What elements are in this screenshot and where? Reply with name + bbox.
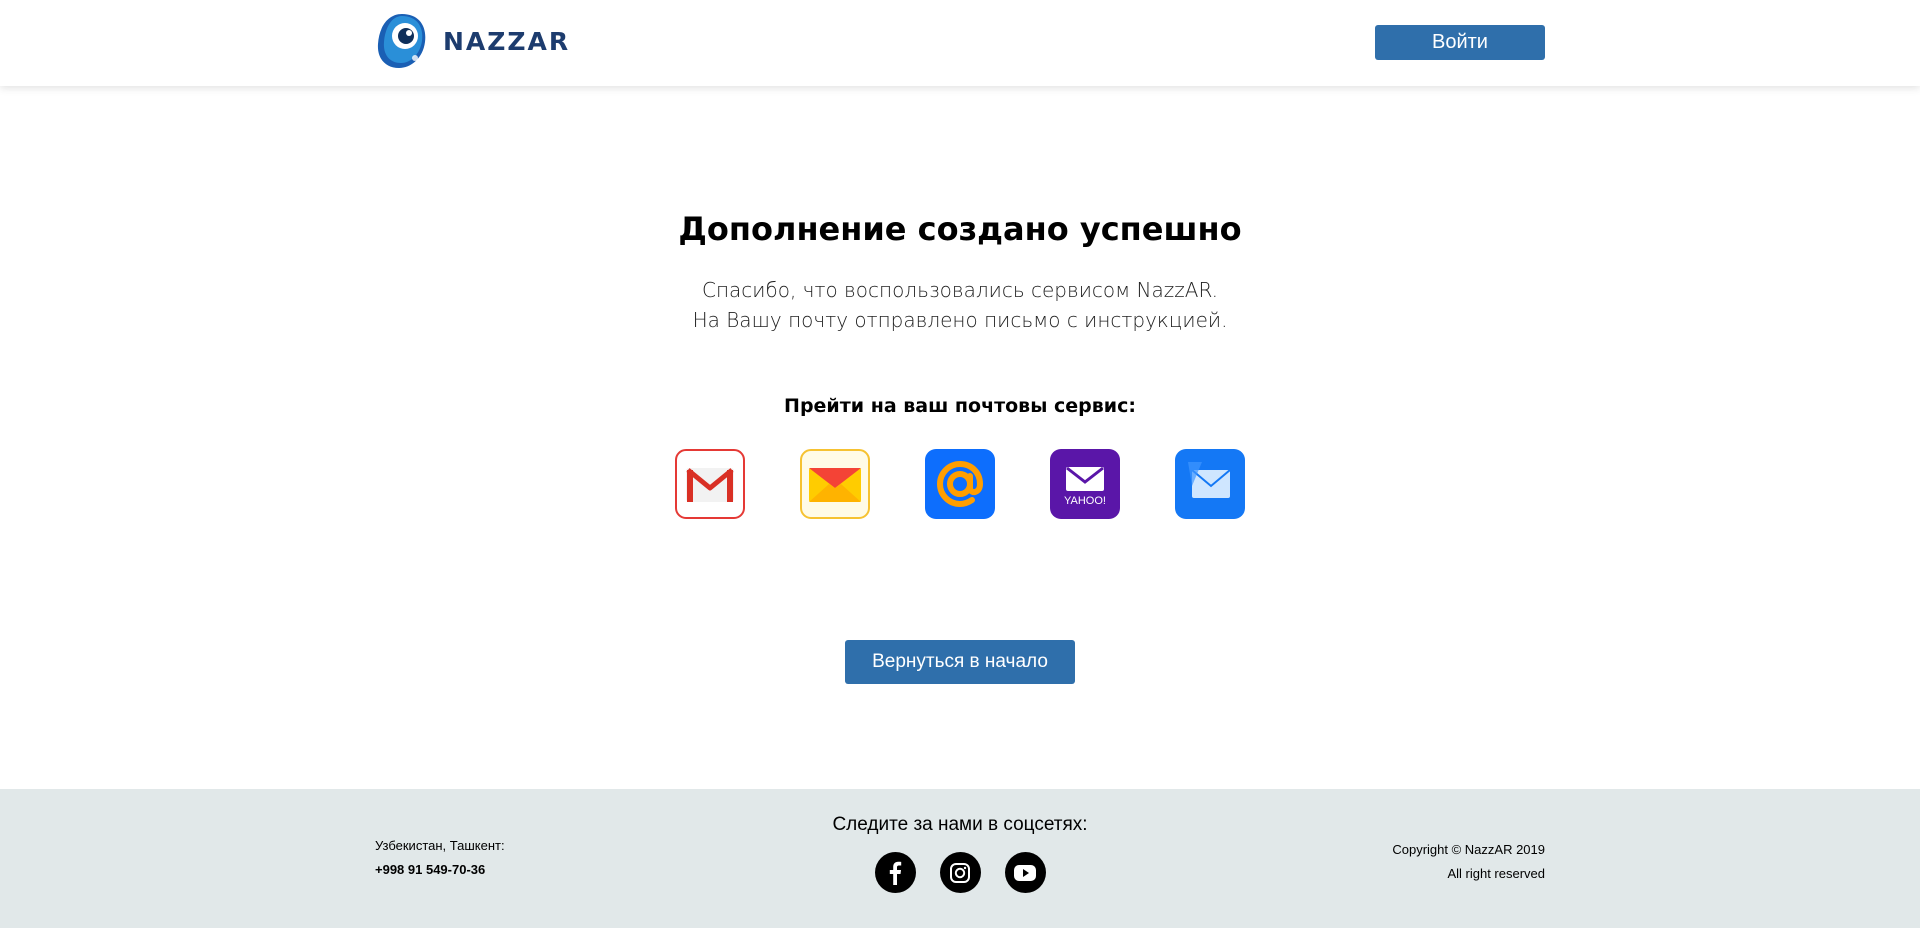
main-content: Дополнение создано успешно Спасибо, что … xyxy=(0,86,1920,789)
social-links xyxy=(0,852,1920,893)
copyright-info: Copyright © NazzAR 2019 All right reserv… xyxy=(1392,838,1545,886)
description: Спасибо, что воспользовались сервисом Na… xyxy=(0,275,1920,335)
site-footer: Узбекистан, Ташкент: +998 91 549-70-36 С… xyxy=(0,789,1920,928)
svg-text:YAHOO!: YAHOO! xyxy=(1064,495,1106,507)
login-button[interactable]: Войти xyxy=(1375,25,1545,60)
apple-mail-icon[interactable] xyxy=(1175,449,1245,519)
facebook-icon[interactable] xyxy=(874,852,916,893)
description-line-2: На Вашу почту отправлено письмо с инстру… xyxy=(692,308,1228,332)
site-header: NAZZAR Войти xyxy=(0,0,1920,86)
social-section: Следите за нами в соцсетях: xyxy=(0,814,1920,893)
rights-text: All right reserved xyxy=(1447,866,1545,881)
mail-services-heading: Прейти на ваш почтовы сервис: xyxy=(784,395,1136,417)
youtube-icon[interactable] xyxy=(1004,852,1046,893)
follow-us-label: Следите за нами в соцсетях: xyxy=(832,814,1088,835)
mail-services-list: YAHOO! xyxy=(0,449,1920,519)
logo-text: NAZZAR xyxy=(443,26,571,56)
copyright-text: Copyright © NazzAR 2019 xyxy=(1392,842,1545,857)
page-title: Дополнение создано успешно xyxy=(678,210,1242,248)
mail-ru-icon[interactable] xyxy=(925,449,995,519)
yandex-mail-icon[interactable] xyxy=(800,449,870,519)
gmail-icon[interactable] xyxy=(675,449,745,519)
yahoo-mail-icon[interactable]: YAHOO! xyxy=(1050,449,1120,519)
nazzar-logo[interactable]: NAZZAR xyxy=(375,12,570,70)
instagram-icon[interactable] xyxy=(939,852,981,893)
back-to-start-button[interactable]: Вернуться в начало xyxy=(845,640,1075,684)
description-line-1: Спасибо, что воспользовались сервисом Na… xyxy=(702,278,1218,302)
eye-logo-icon xyxy=(377,14,426,68)
